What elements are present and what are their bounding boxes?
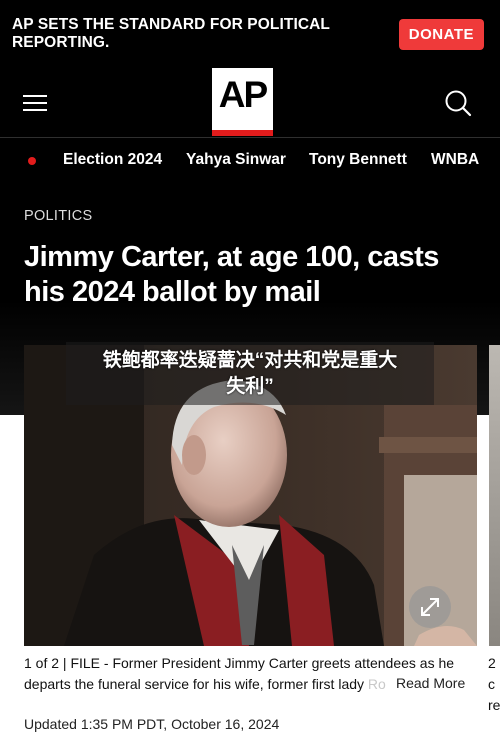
article-headline: Jimmy Carter, at age 100, casts his 2024… (24, 241, 439, 308)
section-label[interactable]: POLITICS (24, 208, 92, 224)
logo-red-bar (212, 130, 273, 136)
hamburger-menu-icon[interactable] (23, 95, 47, 113)
nav-item-yahya-sinwar[interactable]: Yahya Sinwar (186, 151, 286, 169)
promo-banner: AP SETS THE STANDARD FOR POLITICAL REPOR… (0, 0, 500, 68)
ap-logo[interactable]: AP (212, 68, 273, 136)
expand-icon[interactable] (409, 586, 451, 628)
logo-text: AP (218, 74, 268, 115)
next-caption-line-1: 2 c (488, 655, 496, 692)
next-caption-preview: 2 c re (488, 653, 500, 716)
overlay-banner[interactable]: 铁鲍都率迭疑蔷决“对共和党是重大 失利” (66, 342, 434, 405)
read-more-link[interactable]: Read More (386, 673, 477, 694)
nav-item-wnba[interactable]: WNBA (431, 151, 479, 169)
site-header: AP (0, 68, 500, 138)
donate-button[interactable]: DONATE (398, 18, 484, 50)
banner-text: AP SETS THE STANDARD FOR POLITICAL REPOR… (12, 16, 330, 51)
search-icon[interactable] (444, 89, 472, 117)
overlay-line-1: 铁鲍都率迭疑蔷决“对共和党是重大 (102, 350, 398, 371)
next-photo-preview[interactable] (489, 345, 500, 646)
trending-nav: Election 2024 Yahya Sinwar Tony Bennett … (0, 139, 500, 183)
next-caption-line-2: re (488, 697, 500, 713)
updated-timestamp: Updated 1:35 PM PDT, October 16, 2024 (24, 716, 280, 732)
nav-item-tony-bennett[interactable]: Tony Bennett (309, 151, 407, 169)
nav-item-election-2024[interactable]: Election 2024 (63, 151, 162, 169)
overlay-line-2: 失利” (226, 376, 274, 397)
live-dot-icon (28, 157, 36, 165)
